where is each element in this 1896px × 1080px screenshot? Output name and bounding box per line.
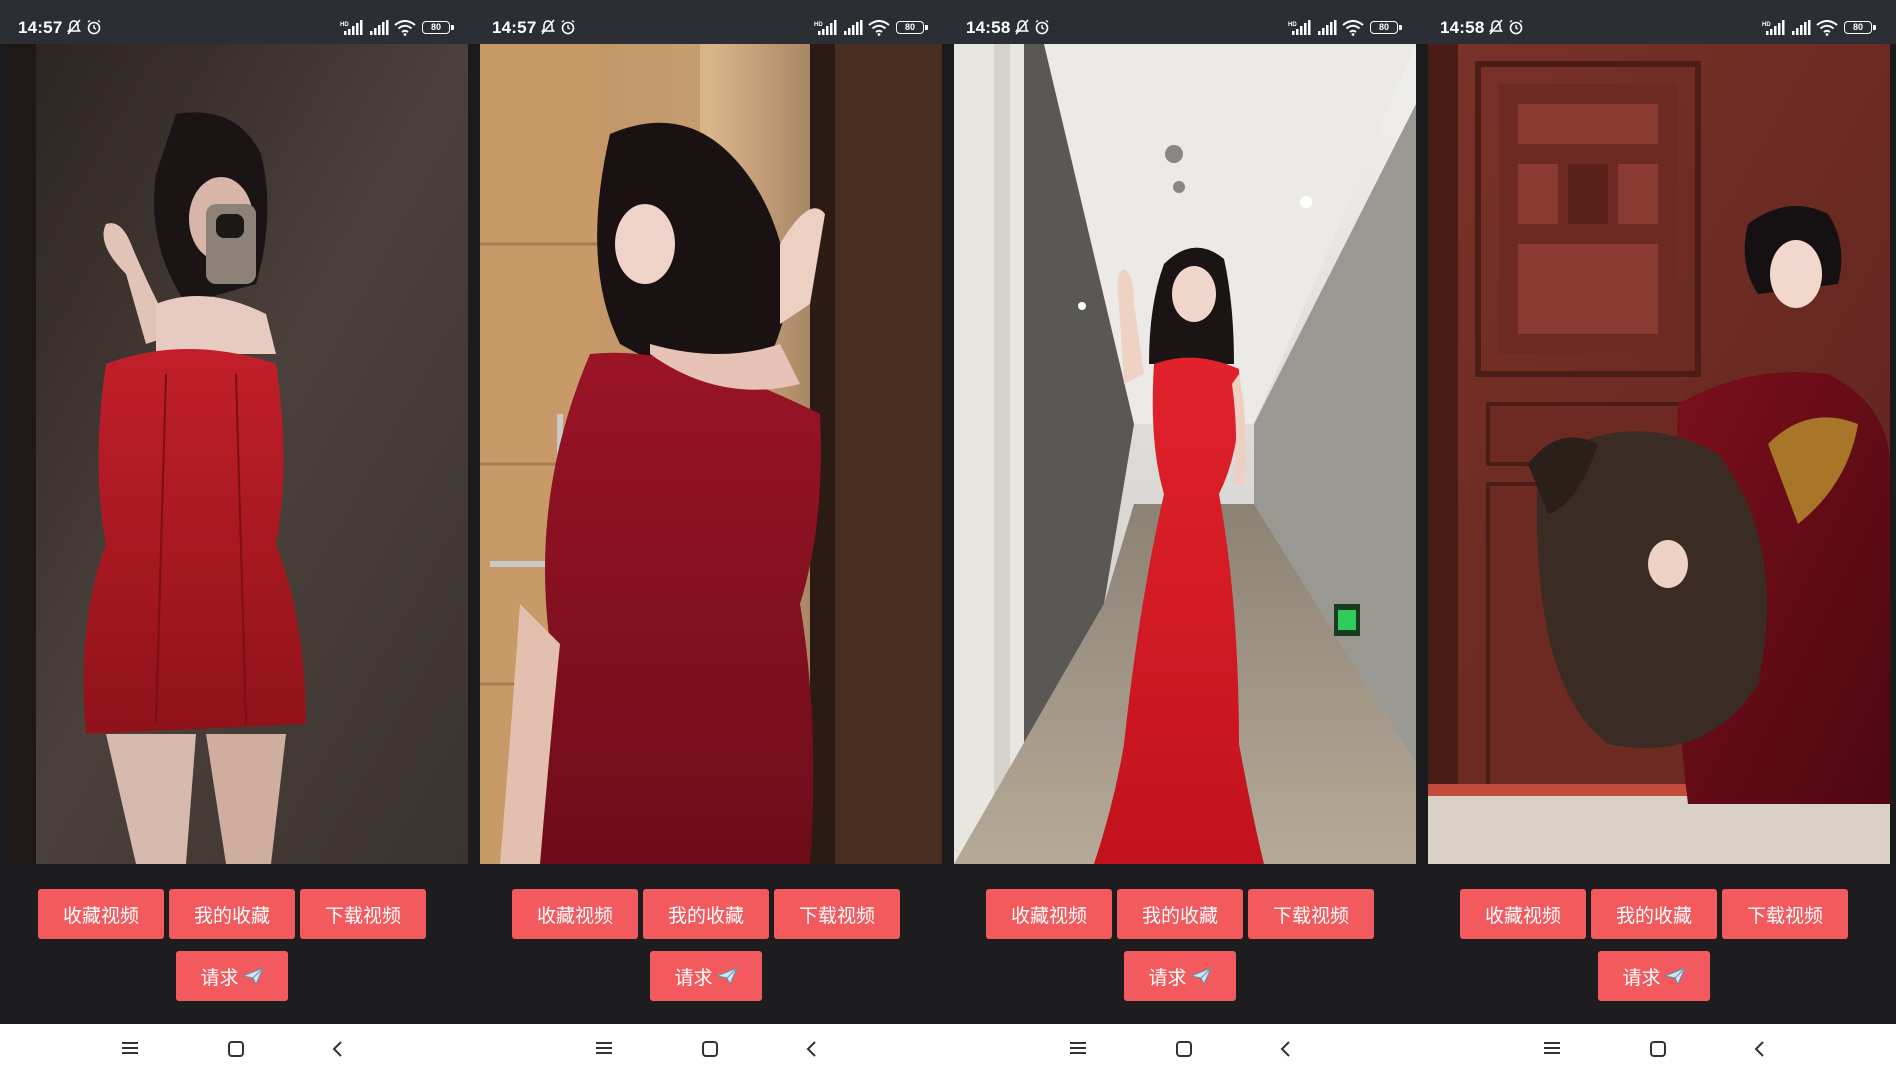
favorite-video-button[interactable]: 收藏视频 [38,889,164,939]
signal-icon [1318,20,1337,35]
airplane-emoji-icon [241,967,264,986]
system-nav-bar [0,1024,474,1080]
battery-level: 80 [1378,22,1389,32]
svg-text:HD: HD [1288,22,1297,28]
alarm-icon [1509,19,1523,35]
video-frame [954,44,1416,864]
video-player[interactable] [480,44,942,864]
svg-text:HD: HD [814,22,823,28]
menu-icon[interactable] [1543,1040,1561,1056]
status-time: 14:58 [1440,18,1485,37]
video-frame [1428,44,1890,864]
bell-muted-icon [67,19,81,35]
video-player[interactable] [954,44,1416,864]
video-player[interactable] [1428,44,1890,864]
phone-screen-2: 14:57 HD 80 收藏视频 我的收藏 下载视频 请求 [474,0,948,1080]
favorite-video-button[interactable]: 收藏视频 [1460,889,1586,939]
video-controls: 收藏视频 我的收藏 下载视频 请求 [948,864,1422,1024]
system-nav-bar [948,1024,1422,1080]
bell-muted-icon [1015,19,1029,35]
wifi-icon [1816,20,1838,36]
request-button[interactable]: 请求 [1598,951,1710,1001]
status-time: 14:57 [18,18,63,37]
hd-signal-icon: HD [814,20,837,35]
back-icon[interactable] [1278,1040,1294,1058]
favorite-video-button[interactable]: 收藏视频 [986,889,1112,939]
back-icon[interactable] [1752,1040,1768,1058]
airplane-emoji-icon [1663,967,1686,986]
alarm-icon [87,19,101,35]
wifi-icon [1342,20,1364,36]
signal-icon [370,20,389,35]
request-button[interactable]: 请求 [650,951,762,1001]
video-controls: 收藏视频 我的收藏 下载视频 请求 [0,864,474,1024]
menu-icon[interactable] [1069,1040,1087,1056]
hd-signal-icon: HD [1288,20,1311,35]
my-favorites-button[interactable]: 我的收藏 [1591,889,1717,939]
battery-icon: 80 [896,21,928,34]
video-controls: 收藏视频 我的收藏 下载视频 请求 [474,864,948,1024]
request-button-label: 请求 [200,966,239,989]
svg-text:HD: HD [340,22,349,28]
home-icon[interactable] [701,1040,719,1058]
video-frame [6,44,468,864]
battery-icon: 80 [1370,21,1402,34]
alarm-icon [1035,19,1049,35]
wifi-icon [868,20,890,36]
menu-icon[interactable] [121,1040,139,1056]
hd-signal-icon: HD [1762,20,1785,35]
menu-icon[interactable] [595,1040,613,1056]
back-icon[interactable] [804,1040,820,1058]
phone-screenshots-row: 14:57 HD 80 收藏视频 我的收藏 下载视频 请求 14:57 HD 8… [0,0,1896,1080]
wifi-icon [394,20,416,36]
request-button-label: 请求 [674,966,713,989]
video-player[interactable] [6,44,468,864]
signal-icon [844,20,863,35]
airplane-emoji-icon [715,967,738,986]
alarm-icon [561,19,575,35]
status-bar: 14:58 HD 80 [1422,0,1896,44]
request-button[interactable]: 请求 [1124,951,1236,1001]
my-favorites-button[interactable]: 我的收藏 [1117,889,1243,939]
video-frame [480,44,942,864]
signal-icon [1792,20,1811,35]
download-video-button[interactable]: 下载视频 [300,889,426,939]
battery-level: 80 [1852,22,1863,32]
phone-screen-4: 14:58 HD 80 收藏视频 我的收藏 下载视频 请求 [1422,0,1896,1080]
battery-level: 80 [430,22,441,32]
home-icon[interactable] [1175,1040,1193,1058]
phone-screen-3: 14:58 HD 80 收藏视频 我的收藏 下载视频 请求 [948,0,1422,1080]
system-nav-bar [1422,1024,1896,1080]
home-icon[interactable] [227,1040,245,1058]
back-icon[interactable] [330,1040,346,1058]
airplane-emoji-icon [1189,967,1212,986]
battery-icon: 80 [1844,21,1876,34]
home-icon[interactable] [1649,1040,1667,1058]
status-bar: 14:57 HD 80 [474,0,948,44]
battery-icon: 80 [422,21,454,34]
phone-screen-1: 14:57 HD 80 收藏视频 我的收藏 下载视频 请求 [0,0,474,1080]
download-video-button[interactable]: 下载视频 [1722,889,1848,939]
system-nav-bar [474,1024,948,1080]
bell-muted-icon [541,19,555,35]
download-video-button[interactable]: 下载视频 [1248,889,1374,939]
bell-muted-icon [1489,19,1503,35]
status-bar: 14:57 HD 80 [0,0,474,44]
battery-level: 80 [904,22,915,32]
request-button-label: 请求 [1148,966,1187,989]
request-button[interactable]: 请求 [176,951,288,1001]
video-controls: 收藏视频 我的收藏 下载视频 请求 [1422,864,1896,1024]
svg-text:HD: HD [1762,22,1771,28]
download-video-button[interactable]: 下载视频 [774,889,900,939]
status-time: 14:58 [966,18,1011,37]
status-bar: 14:58 HD 80 [948,0,1422,44]
favorite-video-button[interactable]: 收藏视频 [512,889,638,939]
status-time: 14:57 [492,18,537,37]
request-button-label: 请求 [1622,966,1661,989]
my-favorites-button[interactable]: 我的收藏 [169,889,295,939]
hd-signal-icon: HD [340,20,363,35]
my-favorites-button[interactable]: 我的收藏 [643,889,769,939]
